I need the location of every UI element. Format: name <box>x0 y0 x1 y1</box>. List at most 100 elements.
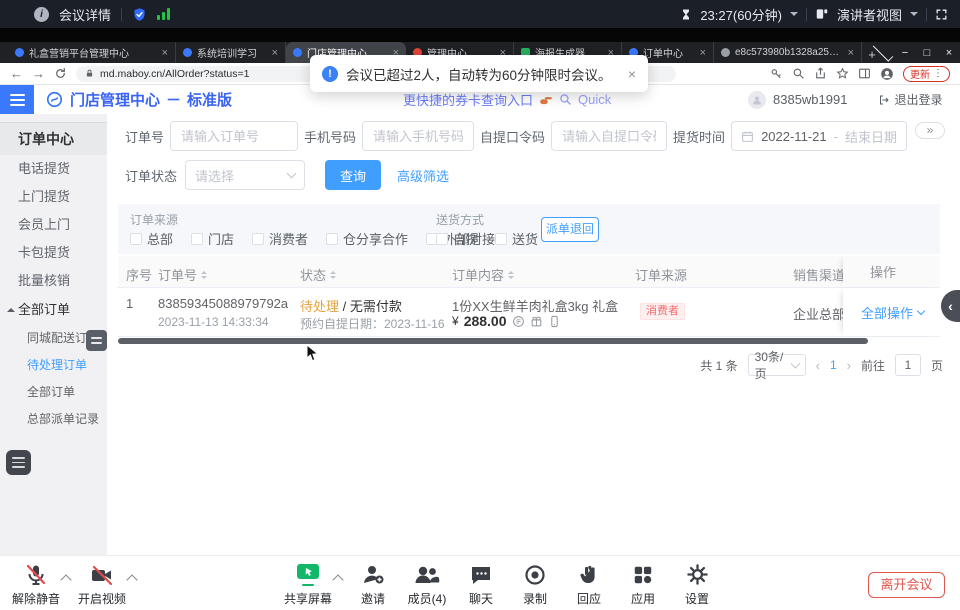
promo-link[interactable]: 更快捷的券卡查询入口 <box>403 90 533 109</box>
checkbox-warehouse-share[interactable]: 仓分享合作 <box>326 229 408 248</box>
tab-close-icon[interactable]: × <box>272 47 278 59</box>
share-screen-button[interactable]: 共享屏幕 <box>276 561 340 607</box>
cell-index: 1 <box>126 296 133 311</box>
tab-close-icon[interactable]: × <box>162 47 168 59</box>
view-mode-label[interactable]: 演讲者视图 <box>837 5 902 24</box>
share-icon[interactable] <box>814 67 827 80</box>
cell-source: 消费者 <box>640 302 685 320</box>
sidebar-section-order-center[interactable]: 订单中心 <box>0 122 107 155</box>
chrome-update-button[interactable]: 更新 ⋮ <box>903 66 950 82</box>
search-button[interactable]: 查询 <box>325 160 381 190</box>
date-range-picker[interactable]: 2022-11-21 - 结束日期 <box>731 121 907 151</box>
phone-label: 手机号码 <box>304 127 356 146</box>
sidebar-item-phone-pickup[interactable]: 电话提货 <box>0 155 107 183</box>
col-source: 订单来源 <box>635 265 687 284</box>
sidebar-subitem-all-orders[interactable]: 全部订单 <box>0 379 107 406</box>
meeting-toast: ! 会议已超过2人，自动转为60分钟限时会议。 × <box>310 55 648 92</box>
meeting-info-icon[interactable]: i <box>34 7 49 22</box>
browser-tab[interactable]: 系统培训学习× <box>176 42 286 63</box>
table-header: 序号 订单号 状态 订单内容 订单来源 销售渠道 操作 <box>118 256 940 288</box>
start-video-button[interactable]: 开启视频 <box>70 561 134 607</box>
meeting-topbar: i 会议详情 23:27(60分钟) 演讲者视图 <box>0 0 960 28</box>
page-size-select[interactable]: 30条/页 <box>748 354 806 376</box>
network-signal-icon[interactable] <box>157 8 170 20</box>
speaker-view-icon <box>815 7 829 21</box>
tab-close-icon[interactable]: × <box>848 47 854 59</box>
view-dropdown-icon[interactable] <box>910 12 918 20</box>
window-minimize-button[interactable]: − <box>894 47 916 59</box>
checkbox-store[interactable]: 门店 <box>191 229 234 248</box>
forward-icon[interactable]: → <box>32 67 45 80</box>
sidebar-item-batch-verify[interactable]: 批量核销 <box>0 267 107 295</box>
sidebar-subitem-pending-orders[interactable]: 待处理订单 <box>0 352 107 379</box>
chevron-down-icon <box>287 169 297 179</box>
checkbox-consumer[interactable]: 消费者 <box>252 229 308 248</box>
gift-icon[interactable] <box>530 315 543 328</box>
divider <box>121 8 122 21</box>
meeting-details-label[interactable]: 会议详情 <box>59 5 111 24</box>
checkbox-delivery[interactable]: 送货 <box>495 229 538 248</box>
fullscreen-icon[interactable] <box>935 8 948 21</box>
globe-favicon <box>721 48 730 57</box>
next-page-button[interactable]: › <box>847 358 851 373</box>
sidebar-item-card-pickup[interactable]: 卡包提货 <box>0 239 107 267</box>
browser-menu-icon[interactable]: ⋮ <box>933 68 943 79</box>
order-status-select[interactable]: 请选择 <box>185 160 305 190</box>
panel-collapse-button[interactable]: » <box>915 122 945 139</box>
checkbox-self-pickup[interactable]: 自提 <box>436 229 479 248</box>
floating-menu-widget[interactable] <box>6 450 31 475</box>
reload-icon[interactable] <box>54 67 67 80</box>
password-key-icon[interactable] <box>770 67 783 80</box>
prev-page-button[interactable]: ‹ <box>816 358 820 373</box>
all-actions-dropdown[interactable]: 全部操作 <box>861 303 924 322</box>
timer-dropdown-icon[interactable] <box>790 12 798 20</box>
receipt-icon[interactable] <box>512 315 525 328</box>
toast-close-icon[interactable]: × <box>628 66 636 82</box>
sidebar-item-member-visit[interactable]: 会员上门 <box>0 211 107 239</box>
pagination: 共 1 条 30条/页 ‹ 1 › 前往 页 <box>700 354 943 376</box>
menu-hamburger-button[interactable] <box>0 85 34 114</box>
side-panel-icon[interactable] <box>858 67 871 80</box>
meeting-timer: 23:27(60分钟) <box>700 5 782 24</box>
shared-screen: 礼盒营销平台管理中心× 系统培训学习× 门店管理中心× 管理中心× 海报生成器×… <box>0 28 960 555</box>
goto-page-input[interactable] <box>895 354 921 376</box>
security-shield-icon[interactable] <box>132 7 147 22</box>
tab-search-icon[interactable] <box>873 41 894 62</box>
tab-close-icon[interactable]: × <box>700 47 706 59</box>
browser-tab[interactable]: e8c573980b1328a258fd2e6f8× <box>714 42 862 63</box>
checkbox-icon <box>326 233 338 245</box>
sidebar-drag-handle[interactable] <box>86 330 107 351</box>
sort-icon[interactable] <box>201 271 207 279</box>
phone-icon[interactable] <box>548 315 561 328</box>
phone-input[interactable] <box>362 121 474 151</box>
pickup-code-label: 自提口令码 <box>480 127 545 146</box>
settings-button[interactable]: 设置 <box>665 561 729 607</box>
sidebar-item-door-pickup[interactable]: 上门提货 <box>0 183 107 211</box>
goto-label: 前往 <box>861 357 885 374</box>
order-no-input[interactable] <box>170 121 298 151</box>
zoom-icon[interactable] <box>792 67 805 80</box>
leave-meeting-button[interactable]: 离开会议 <box>868 572 945 598</box>
unmute-button[interactable]: 解除静音 <box>4 561 68 607</box>
browser-tab[interactable]: 礼盒营销平台管理中心× <box>8 42 176 63</box>
table-horizontal-scrollbar[interactable] <box>118 338 868 344</box>
sort-icon[interactable] <box>508 271 514 279</box>
sort-icon[interactable] <box>330 271 336 279</box>
pickup-code-input[interactable] <box>551 121 667 151</box>
date-separator: - <box>834 129 838 144</box>
profile-avatar-icon[interactable] <box>880 67 894 81</box>
user-avatar[interactable] <box>748 91 766 109</box>
logout-button[interactable]: 退出登录 <box>878 91 942 108</box>
quick-link[interactable]: Quick <box>578 92 611 107</box>
bookmark-star-icon[interactable] <box>836 67 849 80</box>
advanced-filter-link[interactable]: 高级筛选 <box>397 166 449 185</box>
dispatch-return-button[interactable]: 派单退回 <box>541 217 599 242</box>
window-maximize-button[interactable]: □ <box>916 47 938 59</box>
sidebar-item-all-orders-group[interactable]: 全部订单 <box>0 295 107 325</box>
window-close-button[interactable]: × <box>938 47 960 59</box>
current-page[interactable]: 1 <box>830 358 837 372</box>
checkbox-hq[interactable]: 总部 <box>130 229 173 248</box>
back-icon[interactable]: ← <box>10 67 23 80</box>
timer-hourglass-icon <box>680 8 692 21</box>
sidebar-subitem-hq-dispatch-log[interactable]: 总部派单记录 <box>0 406 107 433</box>
